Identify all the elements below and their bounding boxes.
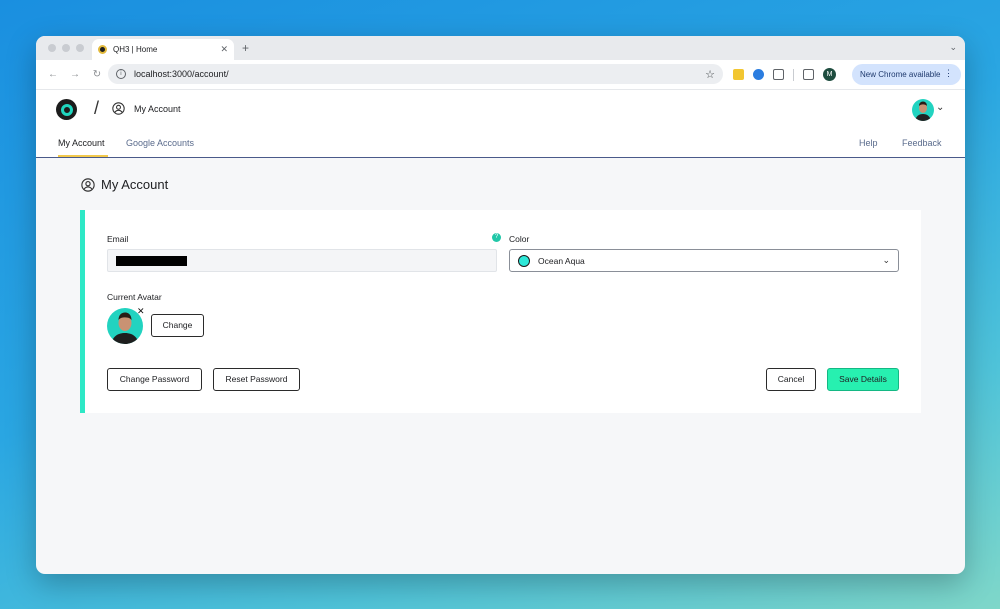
tab-google-accounts[interactable]: Google Accounts xyxy=(126,138,194,148)
close-window-button[interactable] xyxy=(48,44,56,52)
app-logo[interactable] xyxy=(56,99,77,120)
browser-window: QH3 | Home ✕ + ⌄ ← → ↻ i localhost:3000/… xyxy=(36,36,965,574)
color-swatch xyxy=(518,254,530,267)
maximize-window-button[interactable] xyxy=(76,44,84,52)
update-chrome-button[interactable]: New Chrome available ⋮ xyxy=(852,64,961,85)
reload-button[interactable]: ↻ xyxy=(86,69,108,80)
extension-icon[interactable] xyxy=(753,69,764,80)
user-circle-icon xyxy=(112,102,125,115)
url-text[interactable]: localhost:3000/account/ xyxy=(134,69,705,79)
email-label: Email xyxy=(107,234,129,244)
color-select-value: Ocean Aqua xyxy=(538,255,585,266)
extension-area: M xyxy=(733,68,836,81)
extension-icon[interactable] xyxy=(733,69,744,80)
forward-button[interactable]: → xyxy=(64,69,86,80)
favicon-icon xyxy=(98,45,107,54)
info-icon[interactable]: i xyxy=(116,69,126,79)
browser-menu-icon[interactable]: ⋮ xyxy=(944,68,953,79)
side-panel-icon[interactable] xyxy=(803,69,814,80)
tab-close-icon[interactable]: ✕ xyxy=(220,44,228,55)
profile-avatar[interactable]: M xyxy=(823,68,836,81)
page-heading: My Account xyxy=(81,177,168,192)
toolbar-divider xyxy=(793,68,794,81)
puzzle-icon[interactable] xyxy=(773,69,784,80)
tab-title: QH3 | Home xyxy=(113,45,158,54)
current-avatar-label: Current Avatar xyxy=(107,292,162,302)
help-link[interactable]: Help xyxy=(859,138,878,148)
account-tabs: My Account Google Accounts Help Feedback xyxy=(36,129,965,158)
tab-my-account[interactable]: My Account xyxy=(58,138,105,148)
chevron-down-icon: ⌄ xyxy=(882,255,890,265)
app-header: / My Account ⌄ xyxy=(36,89,965,129)
cancel-button[interactable]: Cancel xyxy=(766,368,816,391)
feedback-link[interactable]: Feedback xyxy=(902,138,942,148)
new-tab-button[interactable]: + xyxy=(242,41,249,55)
page-title: My Account xyxy=(101,177,169,192)
save-details-button[interactable]: Save Details xyxy=(827,368,899,391)
redacted-email-value xyxy=(116,256,187,266)
change-avatar-button[interactable]: Change xyxy=(151,314,204,337)
color-select[interactable]: Ocean Aqua ⌄ xyxy=(509,249,899,272)
active-tab-indicator xyxy=(58,155,108,157)
browser-tab[interactable]: QH3 | Home ✕ xyxy=(92,39,234,60)
reset-password-button[interactable]: Reset Password xyxy=(213,368,300,391)
tab-strip: QH3 | Home ✕ + ⌄ xyxy=(36,36,965,60)
color-label: Color xyxy=(509,234,530,244)
back-button[interactable]: ← xyxy=(42,69,64,80)
remove-avatar-icon[interactable]: ✕ xyxy=(137,306,145,317)
help-icon[interactable]: ? xyxy=(492,233,501,242)
user-avatar[interactable] xyxy=(912,99,934,121)
bookmark-star-icon[interactable]: ☆ xyxy=(705,68,715,81)
tab-search-icon[interactable]: ⌄ xyxy=(949,42,957,53)
user-circle-icon xyxy=(81,177,95,192)
email-field[interactable] xyxy=(107,249,497,272)
breadcrumb-my-account[interactable]: My Account xyxy=(134,104,181,114)
minimize-window-button[interactable] xyxy=(62,44,70,52)
chevron-down-icon[interactable]: ⌄ xyxy=(936,102,944,113)
account-form-card: Email ? Color Ocean Aqua ⌄ Current Avata… xyxy=(80,210,921,413)
breadcrumb-separator: / xyxy=(94,98,100,118)
address-bar[interactable]: i localhost:3000/account/ ☆ xyxy=(108,64,723,84)
update-label: New Chrome available xyxy=(860,70,941,79)
browser-toolbar: ← → ↻ i localhost:3000/account/ ☆ M New … xyxy=(36,60,965,89)
change-password-button[interactable]: Change Password xyxy=(107,368,202,391)
window-controls xyxy=(48,44,84,52)
